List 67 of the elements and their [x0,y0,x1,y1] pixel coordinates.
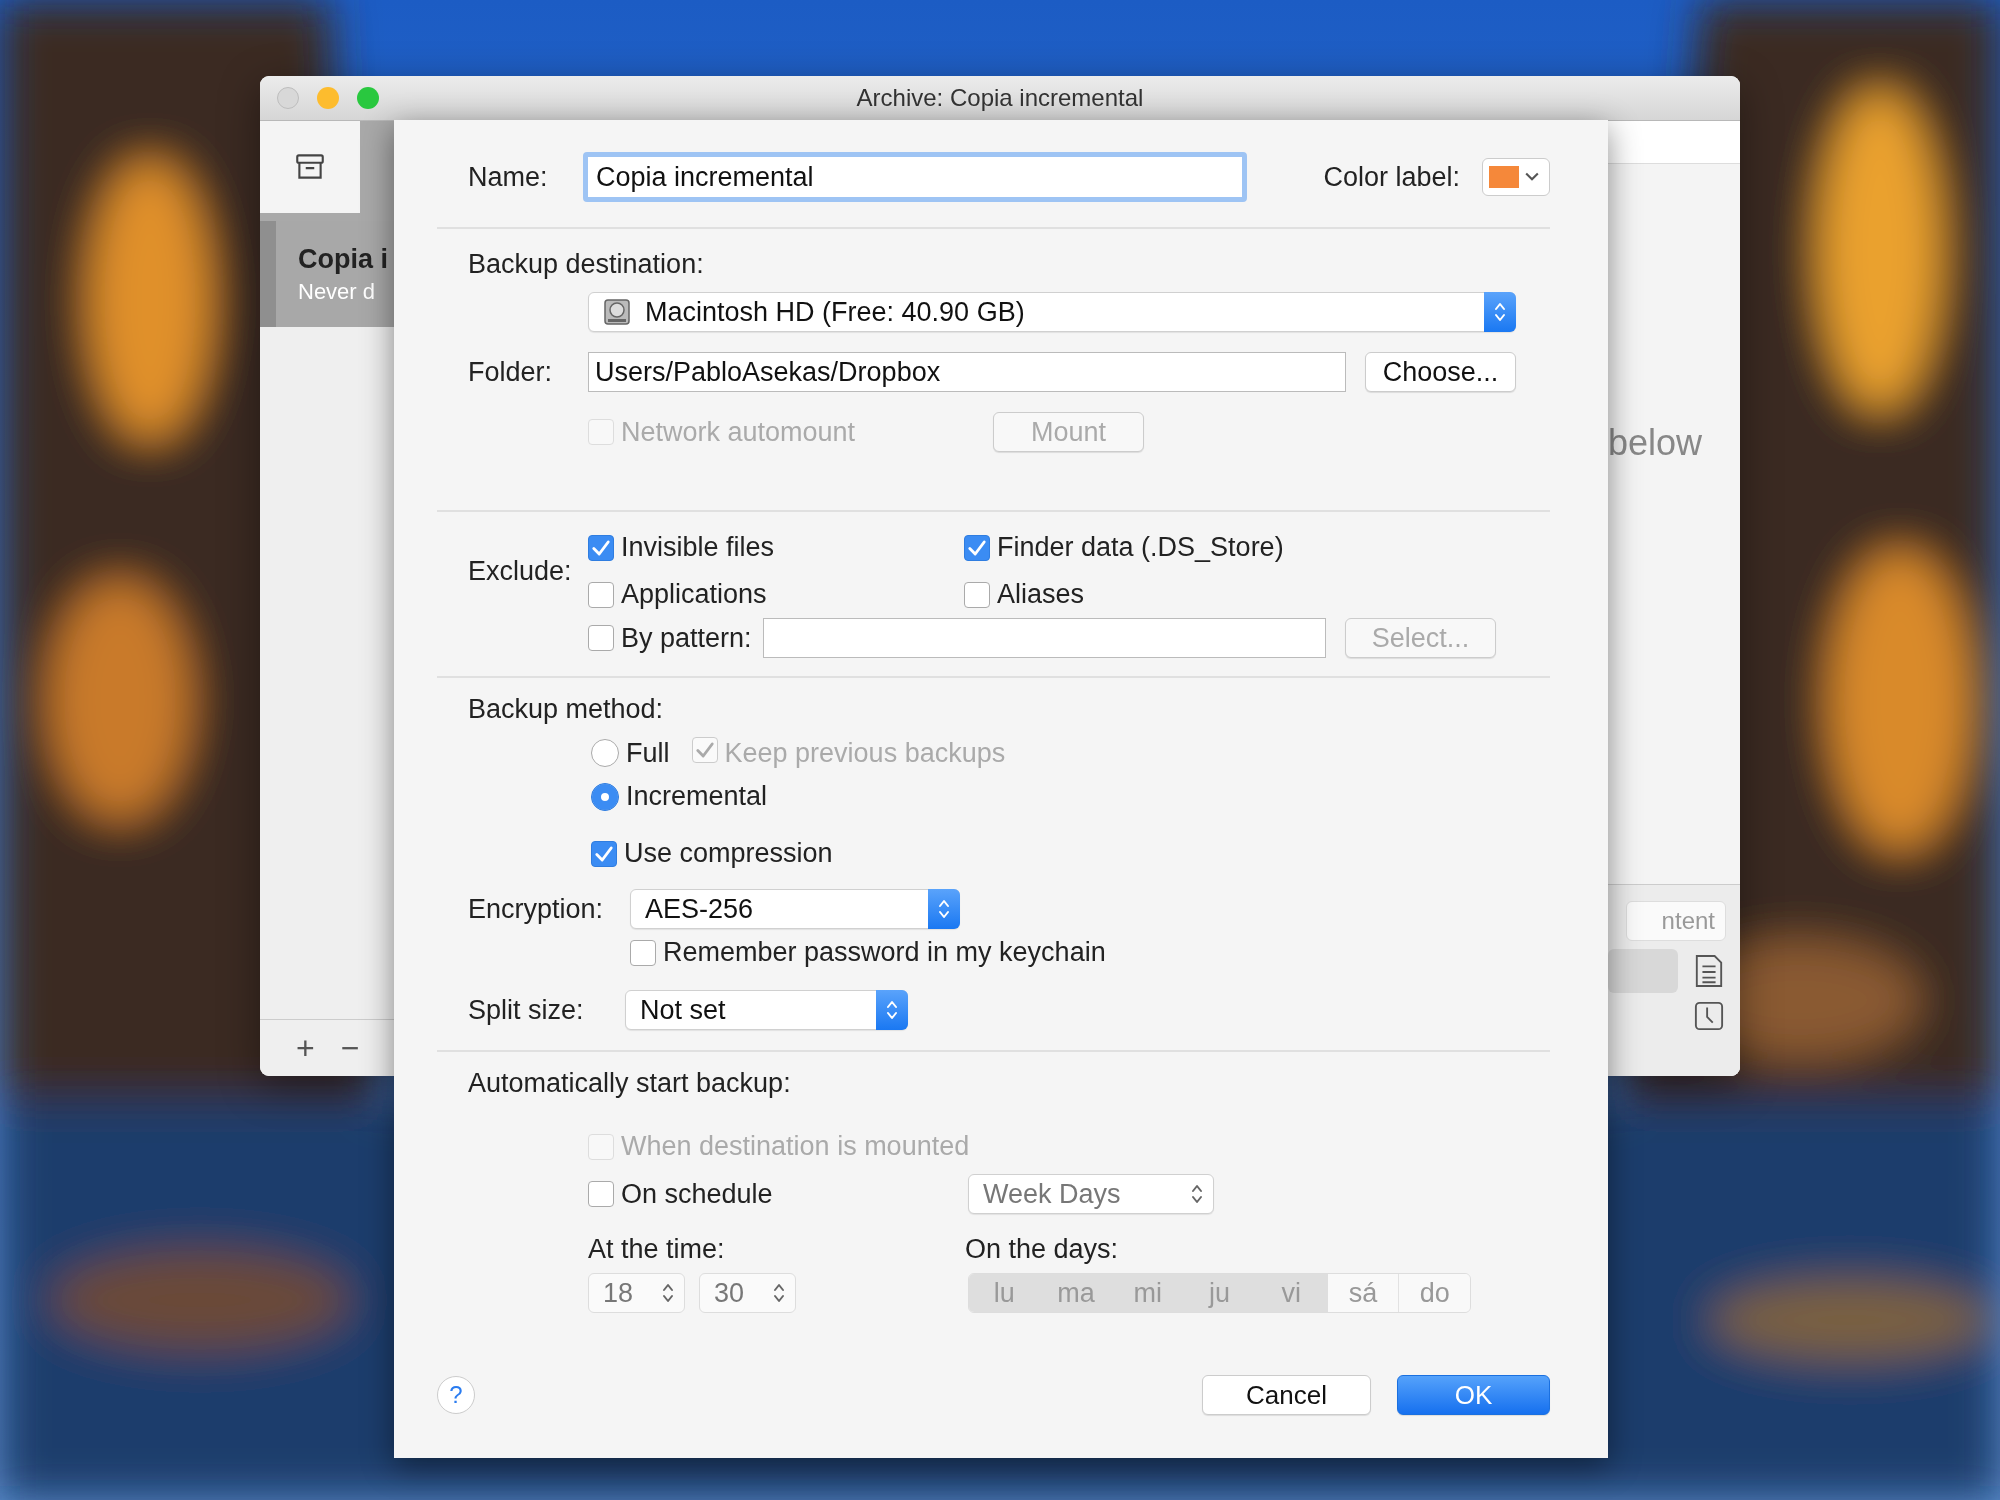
checkbox-label: Use compression [624,838,833,869]
field-label: Split size: [468,994,585,1026]
checkbox-label: Network automount [621,416,857,448]
checkbox-label: Aliases [997,579,1085,610]
checkbox-label: Remember password in my keychain [663,937,1106,968]
hint-text: below [1608,422,1703,463]
remove-button[interactable]: − [340,1029,360,1067]
archive-button[interactable] [260,121,360,213]
radio-button[interactable] [591,782,619,811]
hour-stepper[interactable]: 18 [588,1273,685,1313]
dialog-button[interactable]: Cancel [1202,1375,1371,1415]
field-label: Encryption: [468,893,605,925]
section-label: Backup destination: [468,249,705,280]
toolbar-button[interactable] [1608,949,1678,993]
radio-button[interactable] [591,739,619,767]
day-toggle[interactable]: do [1399,1274,1470,1312]
choose-button[interactable]: Choose... [1365,352,1516,392]
split-size-popup[interactable]: Not set [625,990,908,1030]
name-field[interactable]: Copia incremental [583,152,1247,202]
checkbox-label: Finder data (.DS_Store) [997,532,1284,563]
checkbox[interactable] [588,581,614,608]
section-label: Automatically start backup: [468,1068,792,1099]
dialog-button[interactable]: OK [1397,1375,1550,1415]
add-button[interactable]: + [296,1029,315,1067]
checkbox[interactable] [588,625,614,651]
item-title: Copia i [298,243,389,275]
close-button[interactable] [277,87,299,109]
window-title: Archive: Copia incremental [856,84,1144,112]
checkbox[interactable] [964,581,990,608]
checkbox-label: On schedule [621,1178,773,1210]
minute-stepper[interactable]: 30 [699,1273,796,1313]
section-label: Backup method: [468,694,665,725]
checkbox[interactable] [964,534,990,561]
zoom-button[interactable] [357,87,379,109]
day-toggle[interactable]: sá [1327,1274,1400,1312]
field-label: Color label: [1323,161,1460,193]
archive-list-item[interactable]: Copia i Never d [260,221,394,327]
destination-popup[interactable]: Macintosh HD (Free: 40.90 GB) [588,292,1516,332]
checkbox-label: Invisible files [621,532,775,563]
radio-label: Full [626,737,670,769]
checkbox-label: Applications [621,579,767,610]
clock-icon[interactable] [1694,1001,1724,1031]
item-subtitle: Never d [298,278,377,305]
folder-field[interactable]: Users/PabloAsekas/Dropbox [588,352,1346,392]
field-label: Name: [468,161,549,193]
checkbox[interactable] [630,939,656,966]
field-label: Folder: [468,356,554,388]
checkbox[interactable] [591,840,617,867]
search-field[interactable] [1608,121,1740,164]
checkbox-label: By pattern: [621,622,753,654]
encryption-popup[interactable]: AES-256 [630,889,960,929]
color-label-button[interactable] [1482,158,1550,196]
checkbox-label: When destination is mounted [621,1131,970,1162]
minimize-button[interactable] [317,87,339,109]
checkbox[interactable] [588,1181,614,1207]
field-label: Exclude: [468,555,573,587]
checkbox-label: Keep previous backups [724,737,1006,769]
field-label: At the time: [588,1234,726,1265]
field-label: On the days: [965,1234,1119,1265]
pattern-field[interactable] [763,618,1326,658]
radio-label: Incremental [626,781,768,812]
document-icon[interactable] [1694,953,1724,989]
help-button[interactable]: ? [437,1376,475,1414]
checkbox[interactable] [588,534,614,561]
frequency-popup[interactable]: Week Days [968,1174,1214,1214]
content-button[interactable]: ntent [1626,901,1726,941]
chevron-icon [1525,172,1539,182]
